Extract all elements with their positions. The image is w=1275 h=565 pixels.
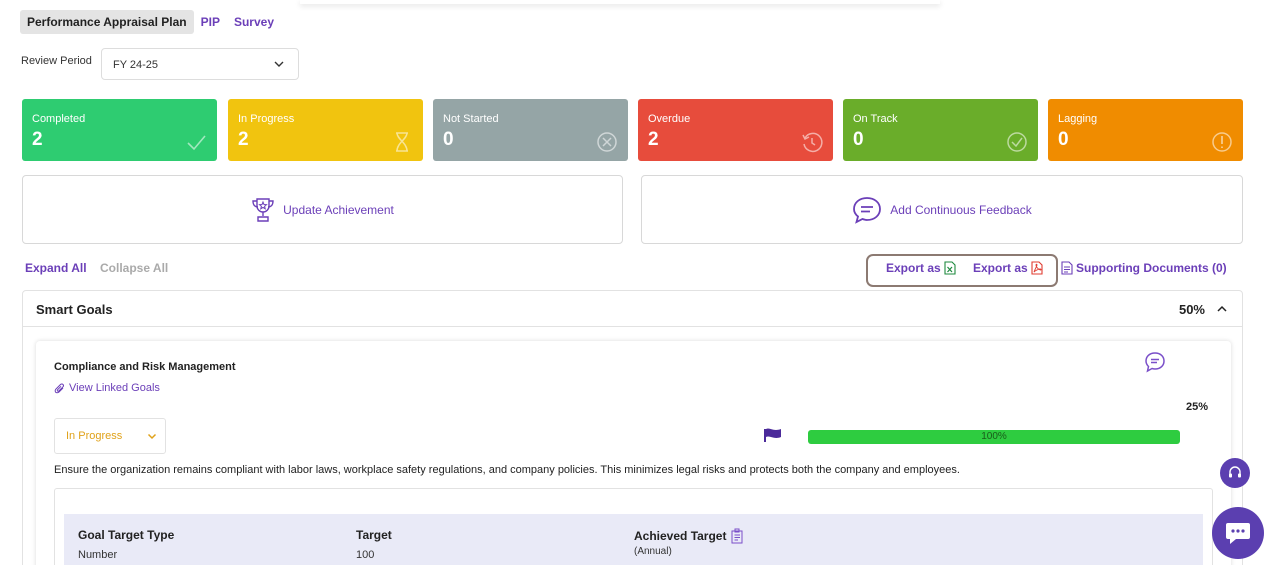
- export-excel-label: Export as: [886, 261, 941, 275]
- card-count: 0: [443, 129, 454, 150]
- status-card-lagging[interactable]: Lagging 0: [1048, 99, 1243, 161]
- export-pdf-label: Export as: [973, 261, 1028, 275]
- card-label: Lagging: [1058, 113, 1098, 125]
- chevron-down-icon: [147, 433, 157, 440]
- card-label: Overdue: [648, 113, 691, 125]
- tab-performance-appraisal-plan[interactable]: Performance Appraisal Plan: [20, 10, 194, 34]
- achieved-target-period: (Annual): [634, 546, 672, 557]
- export-pdf-button[interactable]: Export as: [973, 261, 1043, 275]
- goal-title: Compliance and Risk Management: [54, 361, 236, 373]
- section-title: Smart Goals: [36, 302, 113, 317]
- tab-pip[interactable]: PIP: [194, 10, 227, 34]
- add-feedback-label: Add Continuous Feedback: [890, 202, 1032, 217]
- card-count: 2: [32, 129, 43, 150]
- top-bar-shadow: [300, 0, 940, 4]
- goal-status-value: In Progress: [66, 430, 123, 442]
- status-card-overdue[interactable]: Overdue 2: [638, 99, 833, 161]
- view-linked-goals-link[interactable]: View Linked Goals: [54, 382, 160, 394]
- chat-button[interactable]: [1212, 507, 1264, 559]
- status-card-on-track[interactable]: On Track 0: [843, 99, 1038, 161]
- card-count: 2: [648, 129, 659, 150]
- review-period-label: Review Period: [21, 55, 92, 67]
- clipboard-icon[interactable]: [730, 528, 744, 544]
- card-label: Not Started: [443, 113, 499, 125]
- chevron-up-icon[interactable]: [1216, 303, 1228, 315]
- check-circle-icon: [1007, 132, 1027, 152]
- add-feedback-button[interactable]: Add Continuous Feedback: [641, 175, 1243, 244]
- goal-percent: 25%: [1186, 401, 1209, 413]
- card-label: In Progress: [238, 113, 295, 125]
- flag-icon: [764, 428, 781, 442]
- goal-description: Ensure the organization remains complian…: [54, 464, 960, 476]
- expand-all-link[interactable]: Expand All: [25, 261, 87, 275]
- pdf-file-icon: [1031, 261, 1043, 275]
- chevron-down-icon: [274, 61, 284, 67]
- excel-file-icon: [944, 261, 956, 275]
- target-header: Target: [356, 528, 392, 542]
- collapse-all-link[interactable]: Collapse All: [100, 261, 168, 275]
- card-label: On Track: [853, 113, 898, 125]
- update-achievement-label: Update Achievement: [283, 202, 394, 217]
- review-period-select[interactable]: FY 24-25: [101, 48, 299, 80]
- export-excel-button[interactable]: Export as: [886, 261, 956, 275]
- goal-target-type-value: Number: [78, 549, 118, 561]
- hourglass-icon: [396, 132, 408, 152]
- view-linked-goals-label: View Linked Goals: [69, 382, 160, 394]
- feedback-icon: [853, 196, 882, 224]
- achieved-target-header-label: Achieved Target: [634, 529, 727, 543]
- update-achievement-button[interactable]: Update Achievement: [22, 175, 623, 244]
- review-period-value: FY 24-25: [113, 59, 159, 71]
- section-percent: 50%: [1178, 302, 1205, 317]
- tab-survey[interactable]: Survey: [227, 10, 281, 34]
- goal-progress-label: 100%: [981, 431, 1007, 442]
- headset-icon: [1229, 466, 1241, 478]
- comment-icon[interactable]: [1144, 351, 1166, 373]
- history-icon: [802, 132, 823, 153]
- support-button[interactable]: [1220, 458, 1250, 488]
- card-count: 0: [1058, 129, 1069, 150]
- supporting-documents-label: Supporting Documents (0): [1076, 261, 1227, 275]
- card-label: Completed: [32, 113, 86, 125]
- card-count: 0: [853, 129, 864, 150]
- status-card-not-started[interactable]: Not Started 0: [433, 99, 628, 161]
- goal-target-type-header: Goal Target Type: [78, 528, 175, 542]
- status-card-in-progress[interactable]: In Progress 2: [228, 99, 423, 161]
- paperclip-icon: [54, 382, 64, 393]
- status-card-completed[interactable]: Completed 2: [22, 99, 217, 161]
- card-count: 2: [238, 129, 249, 150]
- supporting-documents-button[interactable]: Supporting Documents (0): [1061, 261, 1227, 275]
- trophy-icon: [252, 197, 274, 222]
- top-tabs: Performance Appraisal Plan PIP Survey: [20, 10, 281, 34]
- smart-goals-panel: Smart Goals 50% Compliance and Risk Mana…: [22, 290, 1243, 565]
- smart-goals-header[interactable]: Smart Goals 50%: [23, 291, 1242, 327]
- check-icon: [187, 135, 206, 151]
- goal-status-select[interactable]: In Progress: [54, 418, 166, 454]
- chat-icon: [1226, 523, 1250, 544]
- goal-target-table: Goal Target Type Number Target 100 Achie…: [64, 514, 1203, 565]
- achieved-target-header: Achieved Target: [634, 528, 744, 544]
- cancel-circle-icon: [597, 132, 617, 152]
- target-value: 100: [356, 549, 375, 561]
- document-icon: [1061, 261, 1073, 275]
- goal-progress-bar: 100%: [808, 430, 1180, 444]
- goal-target-box: Goal Target Type Number Target 100 Achie…: [54, 488, 1213, 565]
- goal-card: Compliance and Risk Management View Link…: [36, 341, 1231, 565]
- alert-circle-icon: [1212, 132, 1232, 152]
